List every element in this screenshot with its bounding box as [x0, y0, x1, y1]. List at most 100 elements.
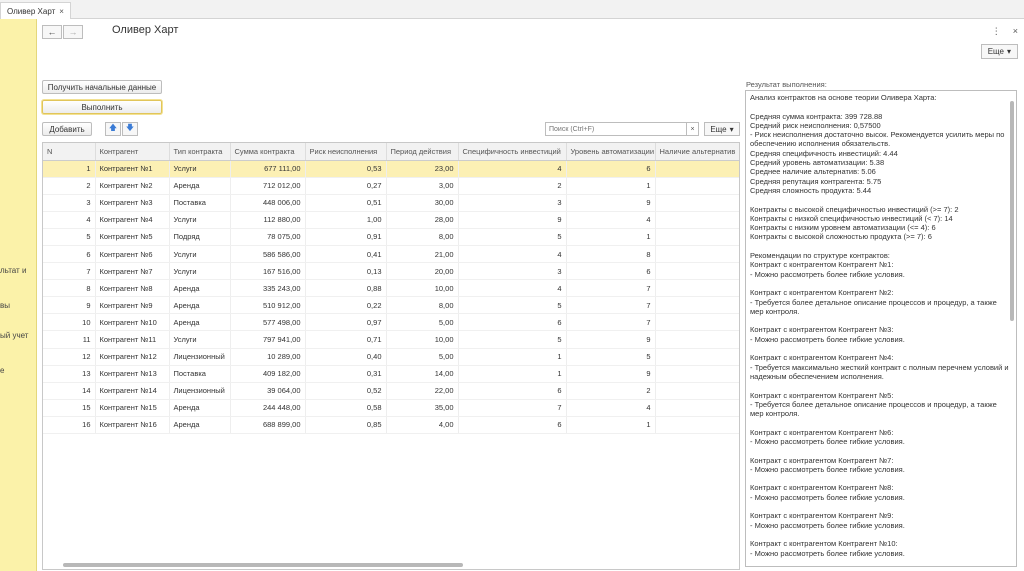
table-cell[interactable]	[655, 262, 739, 281]
table-cell[interactable]: 6	[566, 160, 656, 178]
table-cell[interactable]: 1	[566, 177, 656, 195]
table-cell[interactable]: 13	[43, 365, 96, 383]
table-cell[interactable]: 510 912,00	[230, 296, 306, 315]
table-cell[interactable]: 16	[43, 416, 96, 435]
table-cell[interactable]: 2	[458, 177, 567, 195]
table-cell[interactable]: Поставка	[169, 194, 231, 212]
table-cell[interactable]: 2	[43, 177, 96, 195]
table-cell[interactable]: Контрагент №8	[95, 279, 170, 298]
sidebar-item-2[interactable]: вы	[0, 301, 10, 310]
table-cell[interactable]: 10,00	[386, 330, 459, 349]
table-cell[interactable]: 0,13	[305, 262, 387, 281]
table-cell[interactable]: 5	[43, 228, 96, 246]
tab-close-icon[interactable]: ×	[59, 7, 64, 16]
table-cell[interactable]: 3,00	[386, 177, 459, 195]
search-input[interactable]	[545, 122, 687, 136]
table-cell[interactable]: 2	[566, 382, 656, 400]
table-cell[interactable]	[655, 399, 739, 417]
table-cell[interactable]: Аренда	[169, 296, 231, 315]
table-row[interactable]: 15 Контрагент №15 Аренда 244 448,00 0,58 35,0…	[43, 399, 739, 417]
table-cell[interactable]: 30,00	[386, 194, 459, 212]
table-cell[interactable]: 14	[43, 382, 96, 400]
table-cell[interactable]: 78 075,00	[230, 228, 306, 246]
close-icon[interactable]: ×	[1013, 26, 1018, 37]
more-button-table[interactable]: Еще ▾	[704, 122, 740, 136]
table-cell[interactable]: Лицензионный	[169, 348, 231, 366]
table-cell[interactable]: 15	[43, 399, 96, 417]
table-cell[interactable]	[655, 313, 739, 332]
table-cell[interactable]: 22,00	[386, 382, 459, 400]
table-cell[interactable]: 7	[566, 296, 656, 315]
table-cell[interactable]: 1	[566, 416, 656, 435]
table-cell[interactable]: 688 899,00	[230, 416, 306, 435]
table-cell[interactable]: 14,00	[386, 365, 459, 383]
table-cell[interactable]: 4	[458, 245, 567, 264]
table-cell[interactable]: 1	[458, 348, 567, 366]
table-cell[interactable]: Контрагент №13	[95, 365, 170, 383]
sidebar-item-result[interactable]: льтат и	[0, 266, 26, 275]
table-cell[interactable]: 797 941,00	[230, 330, 306, 349]
table-cell[interactable]: Контрагент №3	[95, 194, 170, 212]
table-cell[interactable]: Контрагент №11	[95, 330, 170, 349]
table-cell[interactable]: 0,40	[305, 348, 387, 366]
more-button-top[interactable]: Еще ▾	[980, 44, 1018, 59]
table-cell[interactable]: 6	[566, 262, 656, 281]
table-cell[interactable]: 39 064,00	[230, 382, 306, 400]
table-cell[interactable]: 335 243,00	[230, 279, 306, 298]
search-clear-icon[interactable]: ×	[686, 122, 699, 136]
table-cell[interactable]: 10,00	[386, 279, 459, 298]
sidebar-item-4[interactable]: е	[0, 366, 4, 375]
table-row[interactable]: 8 Контрагент №8 Аренда 335 243,00 0,88 10,00 4…	[43, 279, 739, 298]
table-cell[interactable]: Услуги	[169, 245, 231, 264]
table-cell[interactable]: 577 498,00	[230, 313, 306, 332]
table-cell[interactable]: 0,58	[305, 399, 387, 417]
table-cell[interactable]: 4	[458, 279, 567, 298]
table-cell[interactable]: 7	[566, 313, 656, 332]
table-cell[interactable]: 28,00	[386, 211, 459, 229]
table-cell[interactable]: 21,00	[386, 245, 459, 264]
table-cell[interactable]: Аренда	[169, 399, 231, 417]
table-cell[interactable]: 9	[566, 194, 656, 212]
table-row[interactable]: 5 Контрагент №5 Подряд 78 075,00 0,91 8,00 5 1	[43, 228, 739, 246]
table-cell[interactable]: Контрагент №14	[95, 382, 170, 400]
table-cell[interactable]: 1,00	[305, 211, 387, 229]
table-cell[interactable]: Контрагент №15	[95, 399, 170, 417]
table-cell[interactable]: 0,53	[305, 160, 387, 178]
table-cell[interactable]: 9	[566, 330, 656, 349]
table-cell[interactable]	[655, 348, 739, 366]
table-cell[interactable]: Подряд	[169, 228, 231, 246]
table-cell[interactable]: Контрагент №7	[95, 262, 170, 281]
column-header[interactable]: Уровень автоматизации	[566, 143, 656, 161]
table-row[interactable]: 3 Контрагент №3 Поставка 448 006,00 0,51 30,0…	[43, 194, 739, 212]
table-cell[interactable]: 6	[458, 416, 567, 435]
table-cell[interactable]: Контрагент №4	[95, 211, 170, 229]
table-row[interactable]: 13 Контрагент №13 Поставка 409 182,00 0,31 14…	[43, 365, 739, 383]
table-cell[interactable]: 6	[458, 382, 567, 400]
table-cell[interactable]: 448 006,00	[230, 194, 306, 212]
table-cell[interactable]: Контрагент №5	[95, 228, 170, 246]
table-cell[interactable]	[655, 296, 739, 315]
table-cell[interactable]: 0,41	[305, 245, 387, 264]
table-cell[interactable]: Контрагент №16	[95, 416, 170, 435]
scrollbar-thumb[interactable]	[1010, 101, 1014, 321]
table-cell[interactable]: Контрагент №6	[95, 245, 170, 264]
table-cell[interactable]: 5,00	[386, 313, 459, 332]
table-cell[interactable]: 0,91	[305, 228, 387, 246]
table-cell[interactable]: 5,00	[386, 348, 459, 366]
table-cell[interactable]: Услуги	[169, 330, 231, 349]
back-button[interactable]: ←	[42, 25, 62, 39]
table-cell[interactable]: 4	[458, 160, 567, 178]
horizontal-scrollbar[interactable]	[53, 563, 733, 567]
table-cell[interactable]: 712 012,00	[230, 177, 306, 195]
column-header[interactable]: Риск неисполнения	[305, 143, 387, 161]
table-cell[interactable]	[655, 279, 739, 298]
table-cell[interactable]: 6	[43, 245, 96, 264]
table-cell[interactable]: 8,00	[386, 228, 459, 246]
table-cell[interactable]: 0,27	[305, 177, 387, 195]
column-header[interactable]: Контрагент	[95, 143, 170, 161]
table-cell[interactable]: 167 516,00	[230, 262, 306, 281]
column-header[interactable]: Тип контракта	[169, 143, 231, 161]
table-cell[interactable]: Аренда	[169, 416, 231, 435]
sidebar-item-accounting[interactable]: ый учет	[0, 331, 28, 340]
table-cell[interactable]: 1	[566, 228, 656, 246]
